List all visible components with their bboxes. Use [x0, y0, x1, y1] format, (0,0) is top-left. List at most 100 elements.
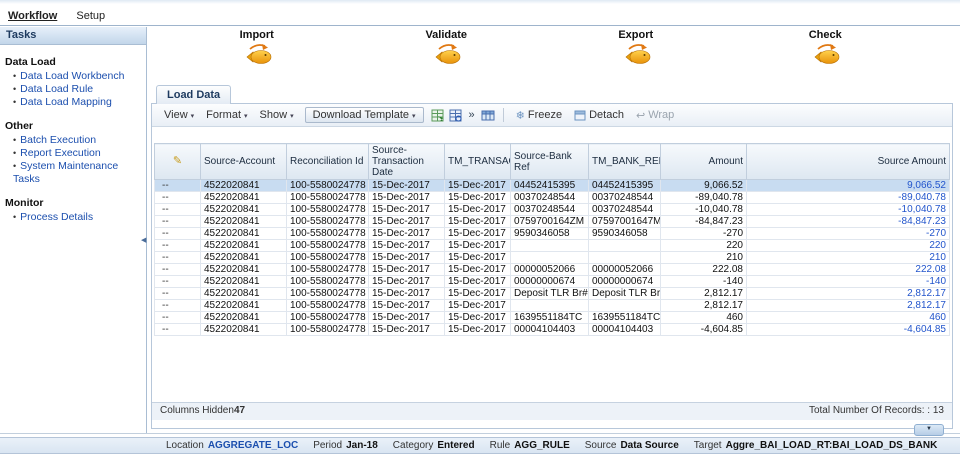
table-row[interactable]: --4522020841100-558002477815-Dec-201715-…: [155, 288, 950, 300]
cell-row-status[interactable]: --: [155, 276, 201, 288]
cell-source-account[interactable]: 4522020841: [201, 216, 287, 228]
cell-reconciliation-id[interactable]: 100-5580024778: [287, 216, 369, 228]
cell-source-bank-ref[interactable]: 00370248544: [511, 192, 589, 204]
cell-tm-transaction-date[interactable]: 15-Dec-2017: [445, 240, 511, 252]
view-menu[interactable]: View▾: [158, 107, 200, 123]
sidebar-link-data-load-rule[interactable]: Data Load Rule: [20, 83, 93, 95]
cell-reconciliation-id[interactable]: 100-5580024778: [287, 324, 369, 336]
table-row[interactable]: --4522020841100-558002477815-Dec-201715-…: [155, 228, 950, 240]
cell-tm-bank-ref[interactable]: 00004104403: [589, 324, 661, 336]
cell-reconciliation-id[interactable]: 100-5580024778: [287, 264, 369, 276]
tab-workflow[interactable]: Workflow: [8, 4, 57, 22]
cell-row-status[interactable]: --: [155, 312, 201, 324]
cell-tm-transaction-date[interactable]: 15-Dec-2017: [445, 300, 511, 312]
column-header-tm-bank-ref[interactable]: TM_BANK_REF: [589, 144, 661, 180]
tab-setup[interactable]: Setup: [76, 4, 105, 22]
cell-tm-bank-ref[interactable]: [589, 252, 661, 264]
cell-source-transaction-date[interactable]: 15-Dec-2017: [369, 240, 445, 252]
cell-source-account[interactable]: 4522020841: [201, 180, 287, 192]
cell-tm-transaction-date[interactable]: 15-Dec-2017: [445, 192, 511, 204]
cell-tm-bank-ref[interactable]: 1639551184TC: [589, 312, 661, 324]
table-row[interactable]: --4522020841100-558002477815-Dec-201715-…: [155, 240, 950, 252]
sidebar-link-batch-execution[interactable]: Batch Execution: [20, 134, 96, 146]
cell-source-amount[interactable]: 220: [747, 240, 950, 252]
sidebar-link-process-details[interactable]: Process Details: [20, 211, 93, 223]
cell-row-status[interactable]: --: [155, 240, 201, 252]
cell-reconciliation-id[interactable]: 100-5580024778: [287, 240, 369, 252]
workflow-step-check[interactable]: Check: [731, 29, 921, 85]
cell-row-status[interactable]: --: [155, 192, 201, 204]
table-row[interactable]: --4522020841100-558002477815-Dec-201715-…: [155, 204, 950, 216]
fish-icon[interactable]: [541, 42, 731, 71]
workflow-step-import[interactable]: Import: [162, 29, 352, 85]
cell-source-bank-ref[interactable]: 04452415395: [511, 180, 589, 192]
cell-row-status[interactable]: --: [155, 264, 201, 276]
column-header-source-account[interactable]: Source-Account: [201, 144, 287, 180]
cell-source-bank-ref[interactable]: 00000000674: [511, 276, 589, 288]
cell-reconciliation-id[interactable]: 100-5580024778: [287, 300, 369, 312]
column-header-source-amount[interactable]: Source Amount: [747, 144, 950, 180]
sidebar-link-system-maintenance-tasks[interactable]: System Maintenance Tasks: [13, 160, 118, 185]
cell-amount[interactable]: 222.08: [661, 264, 747, 276]
cell-source-transaction-date[interactable]: 15-Dec-2017: [369, 216, 445, 228]
cell-amount[interactable]: -84,847.23: [661, 216, 747, 228]
cell-source-amount[interactable]: -84,847.23: [747, 216, 950, 228]
download-template-button[interactable]: Download Template▾: [305, 107, 424, 123]
cell-reconciliation-id[interactable]: 100-5580024778: [287, 204, 369, 216]
cell-tm-transaction-date[interactable]: 15-Dec-2017: [445, 216, 511, 228]
pov-value-location[interactable]: AGGREGATE_LOC: [208, 440, 298, 451]
freeze-button[interactable]: ❄Freeze: [510, 108, 568, 123]
cell-source-transaction-date[interactable]: 15-Dec-2017: [369, 288, 445, 300]
cell-amount[interactable]: -270: [661, 228, 747, 240]
cell-row-status[interactable]: --: [155, 180, 201, 192]
cell-source-bank-ref[interactable]: [511, 240, 589, 252]
cell-source-transaction-date[interactable]: 15-Dec-2017: [369, 204, 445, 216]
cell-amount[interactable]: 9,066.52: [661, 180, 747, 192]
cell-source-amount[interactable]: 222.08: [747, 264, 950, 276]
detach-button[interactable]: Detach: [568, 108, 630, 122]
cell-source-transaction-date[interactable]: 15-Dec-2017: [369, 324, 445, 336]
import-from-excel-icon[interactable]: [447, 108, 465, 123]
cell-source-bank-ref[interactable]: 00370248544: [511, 204, 589, 216]
cell-source-bank-ref[interactable]: [511, 300, 589, 312]
cell-row-status[interactable]: --: [155, 252, 201, 264]
cell-tm-transaction-date[interactable]: 15-Dec-2017: [445, 204, 511, 216]
cell-source-account[interactable]: 4522020841: [201, 192, 287, 204]
cell-tm-bank-ref[interactable]: Deposit TLR Br#: ...: [589, 288, 661, 300]
column-header-amount[interactable]: Amount: [661, 144, 747, 180]
cell-source-amount[interactable]: -4,604.85: [747, 324, 950, 336]
cell-source-account[interactable]: 4522020841: [201, 252, 287, 264]
show-menu[interactable]: Show▾: [254, 107, 300, 123]
tab-load-data[interactable]: Load Data: [156, 85, 231, 104]
cell-tm-bank-ref[interactable]: 00370248544: [589, 204, 661, 216]
cell-source-bank-ref[interactable]: Deposit TLR Br#: ...: [511, 288, 589, 300]
cell-tm-transaction-date[interactable]: 15-Dec-2017: [445, 264, 511, 276]
cell-amount[interactable]: -10,040.78: [661, 204, 747, 216]
cell-source-transaction-date[interactable]: 15-Dec-2017: [369, 228, 445, 240]
cell-source-account[interactable]: 4522020841: [201, 204, 287, 216]
cell-source-account[interactable]: 4522020841: [201, 240, 287, 252]
cell-amount[interactable]: -4,604.85: [661, 324, 747, 336]
cell-source-transaction-date[interactable]: 15-Dec-2017: [369, 264, 445, 276]
cell-source-amount[interactable]: -140: [747, 276, 950, 288]
cell-tm-transaction-date[interactable]: 15-Dec-2017: [445, 228, 511, 240]
cell-source-bank-ref[interactable]: 9590346058: [511, 228, 589, 240]
cell-row-status[interactable]: --: [155, 204, 201, 216]
cell-reconciliation-id[interactable]: 100-5580024778: [287, 252, 369, 264]
fish-icon[interactable]: [162, 42, 352, 71]
cell-tm-transaction-date[interactable]: 15-Dec-2017: [445, 180, 511, 192]
sidebar-link-data-load-workbench[interactable]: Data Load Workbench: [20, 70, 124, 82]
cell-source-amount[interactable]: 460: [747, 312, 950, 324]
cell-amount[interactable]: 220: [661, 240, 747, 252]
cell-reconciliation-id[interactable]: 100-5580024778: [287, 180, 369, 192]
column-header-tm-transac[interactable]: TM_TRANSAC: [445, 144, 511, 180]
table-row[interactable]: --4522020841100-558002477815-Dec-201715-…: [155, 276, 950, 288]
collapse-sidebar-icon[interactable]: ◀: [141, 236, 146, 244]
cell-tm-bank-ref[interactable]: [589, 300, 661, 312]
cell-row-status[interactable]: --: [155, 288, 201, 300]
cell-reconciliation-id[interactable]: 100-5580024778: [287, 192, 369, 204]
collapse-pov-panel-button[interactable]: ▼: [914, 424, 944, 436]
cell-source-account[interactable]: 4522020841: [201, 312, 287, 324]
cell-source-bank-ref[interactable]: 1639551184TC: [511, 312, 589, 324]
cell-tm-bank-ref[interactable]: 07597001647M: [589, 216, 661, 228]
